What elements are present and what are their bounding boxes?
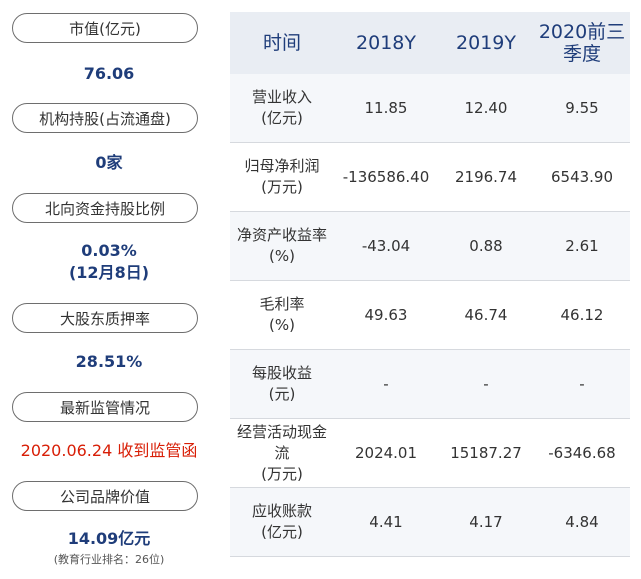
table-row: 毛利率 (%) 49.63 46.74 46.12 xyxy=(230,281,630,350)
left-panel: 市值(亿元) 76.06 机构持股(占流通盘) 0家 北向资金持股比例 0.03… xyxy=(0,0,218,579)
table-row: 归母净利润 (万元) -136586.40 2196.74 6543.90 xyxy=(230,143,630,212)
table-body: 营业收入 (亿元) 11.85 12.40 9.55 归母净利润 (万元) -136… xyxy=(230,74,630,557)
pledge-ratio-label: 大股东质押率 xyxy=(12,303,198,333)
cell: 4.17 xyxy=(469,513,503,531)
header-2019: 2019Y xyxy=(456,32,516,54)
cell: 0.88 xyxy=(469,237,503,255)
cell: 15187.27 xyxy=(450,444,522,462)
row-label: 营业收入 (亿元) xyxy=(251,88,312,127)
cell: - xyxy=(579,375,585,393)
table-row: 净资产收益率 (%) -43.04 0.88 2.61 xyxy=(230,212,630,281)
brand-value-value: 14.09亿元 xyxy=(67,529,151,548)
brand-rank-note: (教育行业排名：26位) xyxy=(53,553,165,566)
table-row: 营业收入 (亿元) 11.85 12.40 9.55 xyxy=(230,74,630,143)
regulatory-status-label: 最新监管情况 xyxy=(12,392,198,422)
cell: 4.84 xyxy=(565,513,599,531)
regulatory-status-value: 2020.06.24 收到监管函 xyxy=(20,441,198,460)
cell: 6543.90 xyxy=(550,168,614,186)
cell: - xyxy=(483,375,489,393)
row-label: 经营活动现金流 (万元) xyxy=(236,422,327,483)
table-row: 应收账款 (亿元) 4.41 4.17 4.84 xyxy=(230,488,630,557)
table-row: 经营活动现金流 (万元) 2024.01 15187.27 -6346.68 xyxy=(230,419,630,488)
cell: -136586.40 xyxy=(342,168,430,186)
northbound-holding-date: (12月8日) xyxy=(68,263,150,282)
cell: 49.63 xyxy=(364,306,408,324)
cell: 9.55 xyxy=(565,99,599,117)
institution-holding-label: 机构持股(占流通盘) xyxy=(12,103,198,133)
cell: -6346.68 xyxy=(548,444,616,462)
row-label: 毛利率 (%) xyxy=(259,295,305,334)
row-label: 应收账款 (亿元) xyxy=(251,502,312,541)
cell: 46.12 xyxy=(560,306,604,324)
market-cap-value: 76.06 xyxy=(83,64,135,83)
cell: 2196.74 xyxy=(454,168,518,186)
header-period: 时间 xyxy=(262,32,301,54)
cell: 46.74 xyxy=(464,306,508,324)
brand-value-label: 公司品牌价值 xyxy=(12,481,198,511)
header-2020q3: 2020前三季度 xyxy=(538,21,626,65)
cell: -43.04 xyxy=(361,237,411,255)
cell: 11.85 xyxy=(364,99,408,117)
northbound-holding-label: 北向资金持股比例 xyxy=(12,193,198,223)
row-label: 净资产收益率 (%) xyxy=(236,226,327,265)
row-label: 归母净利润 (万元) xyxy=(244,157,320,196)
cell: 4.41 xyxy=(369,513,403,531)
cell: 2.61 xyxy=(565,237,599,255)
northbound-holding-value: 0.03% xyxy=(81,241,137,260)
row-label: 每股收益 (元) xyxy=(251,364,312,403)
table-header: 时间 2018Y 2019Y 2020前三季度 xyxy=(230,12,630,74)
financial-table: 时间 2018Y 2019Y 2020前三季度 营业收入 (亿元) 11.85 1… xyxy=(230,12,630,557)
cell: 2024.01 xyxy=(354,444,418,462)
market-cap-label: 市值(亿元) xyxy=(12,13,198,43)
header-2018: 2018Y xyxy=(356,32,416,54)
cell: 12.40 xyxy=(464,99,508,117)
institution-holding-value: 0家 xyxy=(95,153,123,172)
pledge-ratio-value: 28.51% xyxy=(75,352,143,371)
table-row: 每股收益 (元) - - - xyxy=(230,350,630,419)
cell: - xyxy=(383,375,389,393)
